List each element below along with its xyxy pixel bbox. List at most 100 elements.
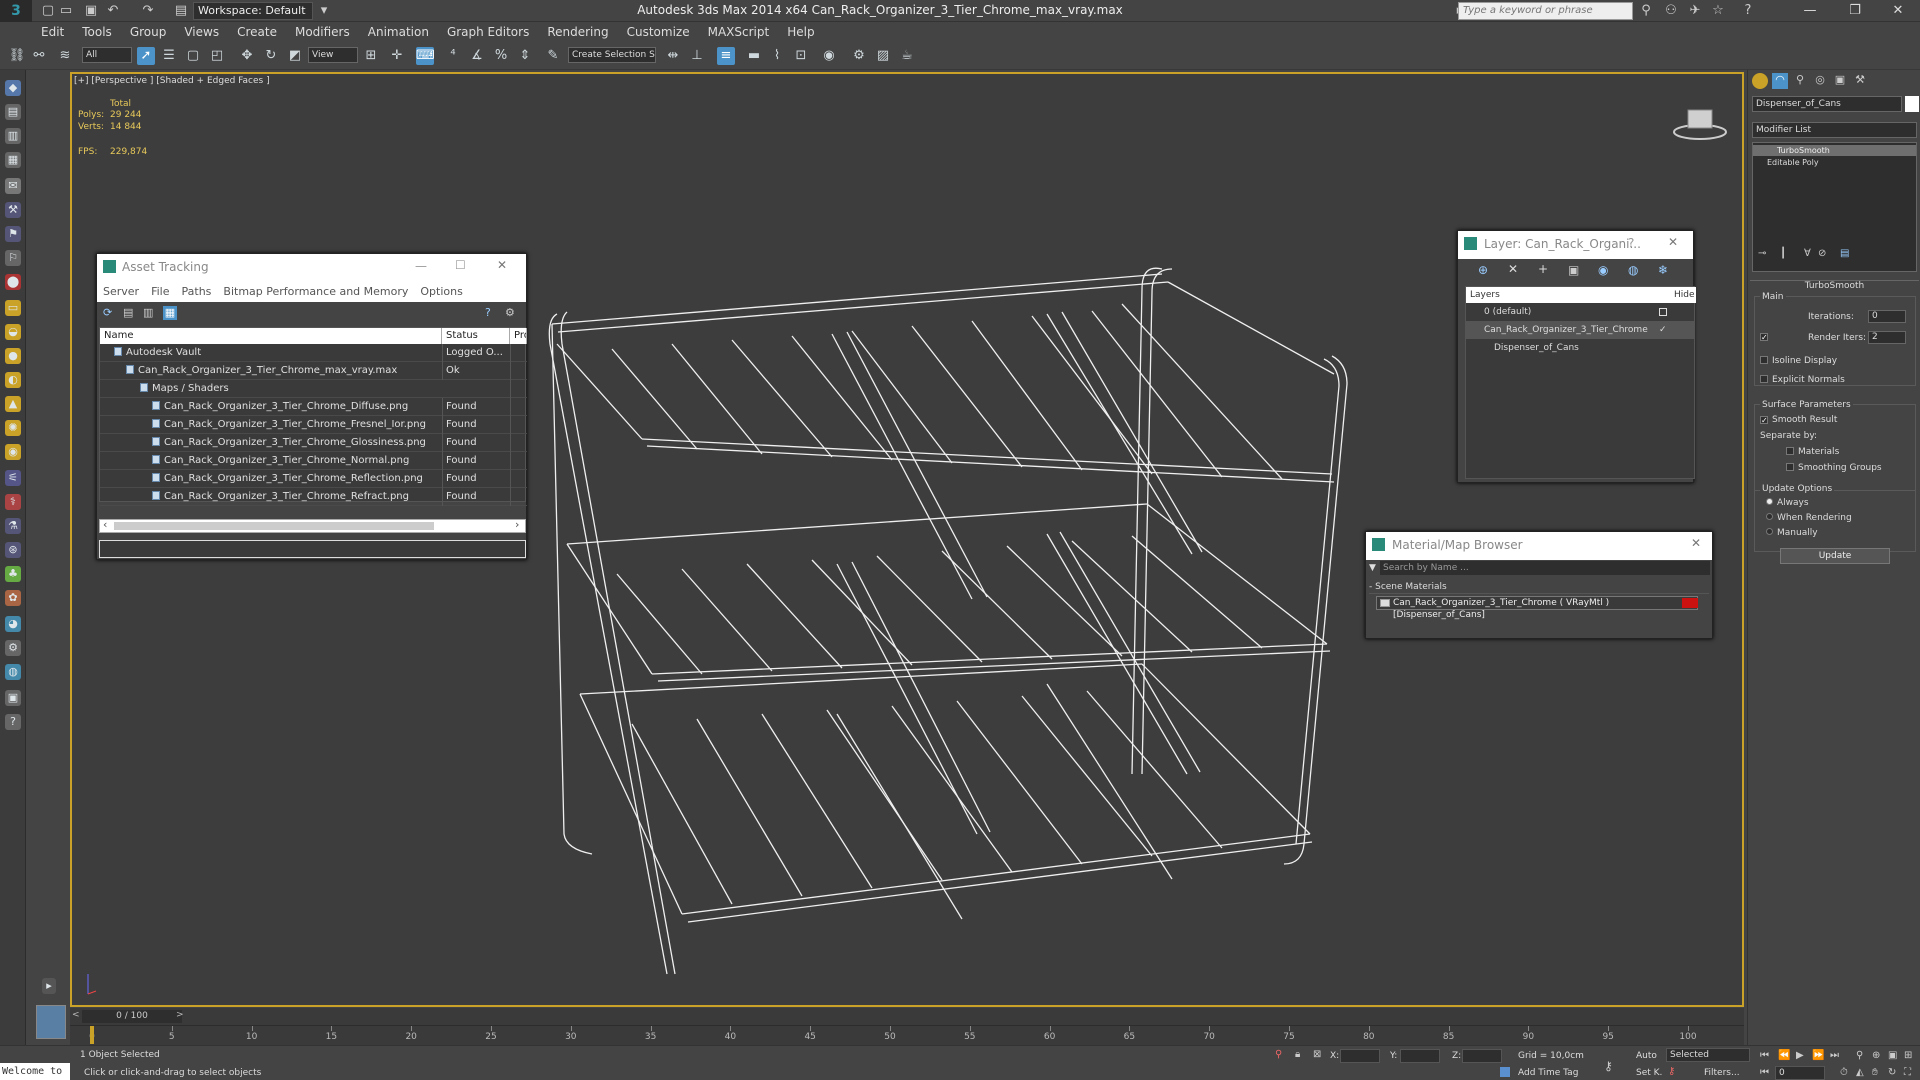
layer-hide-toggle[interactable] (1659, 308, 1667, 316)
asset-table-view-icon[interactable]: ▦ (163, 306, 177, 320)
ls-tool-14-icon[interactable]: ▲ (5, 396, 21, 412)
ls-tool-3-icon[interactable]: ▥ (5, 128, 21, 144)
zoom-all-icon[interactable]: ⊕ (1872, 1050, 1880, 1061)
close-button[interactable]: ✕ (1878, 2, 1918, 20)
orbit-icon[interactable]: ↻ (1888, 1067, 1896, 1078)
motion-tab-icon[interactable]: ◎ (1812, 73, 1828, 89)
rectangular-selection-icon[interactable]: ▢ (184, 47, 202, 65)
menu-group[interactable]: Group (121, 22, 176, 42)
y-coord-field[interactable] (1400, 1049, 1440, 1063)
col-pro-header[interactable]: Pro (510, 328, 527, 344)
active-layer-check-icon[interactable]: ✓ (1659, 321, 1667, 339)
asset-row[interactable]: Can_Rack_Organizer_3_Tier_Chrome_Reflect… (100, 470, 527, 488)
smoothing-groups-row[interactable]: Smoothing Groups (1786, 463, 1882, 473)
key-icon[interactable]: ⚷ (1604, 1059, 1613, 1073)
ls-tool-22-icon[interactable]: ✿ (5, 590, 21, 606)
key-filters-button[interactable]: Filters... (1704, 1068, 1740, 1078)
app-menu-button[interactable]: 3 (0, 0, 32, 22)
layer-select-icon[interactable]: ▣ (1568, 263, 1579, 277)
snap-toggle-icon[interactable]: ⁴ (444, 47, 462, 65)
render-iters-check-row[interactable]: ✓ (1760, 332, 1772, 342)
ls-tool-6-icon[interactable]: ⚒ (5, 202, 21, 218)
key-mode-icon[interactable]: ⏮ (1760, 1067, 1769, 1078)
scale-icon[interactable]: ◩ (286, 47, 304, 65)
pin-stack-icon[interactable]: ⊸ (1758, 248, 1766, 259)
render-iters-checkbox[interactable]: ✓ (1760, 333, 1768, 342)
update-manually-radio[interactable] (1766, 528, 1773, 535)
layer-freeze-all-icon[interactable]: ❄ (1658, 263, 1668, 277)
layer-help-button[interactable]: ? (1628, 236, 1634, 250)
maxscript-listener[interactable]: Welcome to (0, 1063, 70, 1080)
layer-row-dispenser[interactable]: Dispenser_of_Cans (1466, 339, 1694, 357)
ls-expand-icon[interactable]: ▸ (42, 978, 56, 994)
render-iters-spinner[interactable]: 2 (1868, 331, 1906, 344)
play-icon[interactable]: ▶ (1796, 1050, 1804, 1061)
update-always-row[interactable]: Always (1766, 498, 1809, 508)
ls-tool-11-icon[interactable]: ◒ (5, 324, 21, 340)
menu-views[interactable]: Views (175, 22, 228, 42)
selection-lock-icon[interactable]: 🔒︎ (1295, 1049, 1300, 1060)
ls-tool-19-icon[interactable]: ⚗ (5, 518, 21, 534)
select-by-name-icon[interactable]: ☰ (160, 47, 178, 65)
menu-create[interactable]: Create (228, 22, 286, 42)
update-rendering-row[interactable]: When Rendering (1766, 513, 1852, 523)
field-of-view-icon[interactable]: ◭ (1856, 1067, 1864, 1078)
window-crossing-icon[interactable]: ◰ (208, 47, 226, 65)
asset-row[interactable]: Can_Rack_Organizer_3_Tier_Chrome_Refract… (100, 488, 527, 506)
key-filter-dropdown[interactable]: Selected (1666, 1048, 1750, 1062)
layer-close-button[interactable]: ✕ (1668, 235, 1678, 249)
go-to-end-icon[interactable]: ⏭ (1830, 1050, 1839, 1061)
menu-maxscript[interactable]: MAXScript (699, 22, 779, 42)
menu-edit[interactable]: Edit (32, 22, 73, 42)
update-manually-row[interactable]: Manually (1766, 528, 1818, 538)
time-prev-icon[interactable]: < (72, 1010, 80, 1020)
schematic-view-icon[interactable]: ⊡ (792, 47, 810, 65)
next-frame-icon[interactable]: ⏩ (1812, 1050, 1824, 1061)
selection-filter-dropdown[interactable]: All (82, 47, 132, 63)
asset-row[interactable]: Can_Rack_Organizer_3_Tier_Chrome_Glossin… (100, 434, 527, 452)
utilities-tab-icon[interactable]: ⚒ (1852, 73, 1868, 89)
modify-tab-icon[interactable]: ◠ (1772, 73, 1788, 89)
explicit-normals-checkbox[interactable] (1760, 375, 1768, 383)
favorites-icon[interactable]: ☆ (1710, 3, 1726, 19)
asset-row[interactable]: Maps / Shaders (100, 380, 527, 398)
asset-row[interactable]: Can_Rack_Organizer_3_Tier_Chrome_max_vra… (100, 362, 527, 380)
ls-tool-24-icon[interactable]: ⚙ (5, 640, 21, 656)
subscription-icon[interactable]: ⚇ (1663, 3, 1679, 19)
open-file-icon[interactable]: ▭ (58, 3, 74, 19)
current-frame-marker[interactable] (90, 1026, 94, 1044)
asset-close-button[interactable]: ✕ (497, 258, 507, 272)
select-object-icon[interactable]: ➚ (137, 47, 155, 65)
ls-tool-25-icon[interactable]: ◍ (5, 664, 21, 680)
keyboard-shortcut-override-icon[interactable]: ⌨ (416, 47, 435, 65)
named-selection-set-dropdown[interactable]: Create Selection S (568, 47, 656, 63)
render-setup-icon[interactable]: ⚙ (850, 47, 868, 65)
go-to-start-icon[interactable]: ⏮ (1760, 1050, 1769, 1061)
percent-snap-icon[interactable]: % (492, 47, 510, 65)
asset-tracking-titlebar[interactable]: Asset Tracking — ☐ ✕ (97, 254, 526, 282)
layer-new-icon[interactable]: ⊕ (1478, 263, 1488, 277)
ls-tool-26-icon[interactable]: ▣ (5, 690, 21, 706)
x-coord-field[interactable] (1340, 1049, 1380, 1063)
menu-modifiers[interactable]: Modifiers (286, 22, 359, 42)
ls-tool-12-icon[interactable]: ● (5, 348, 21, 364)
workspace-dropdown[interactable]: Workspace: Default (193, 2, 313, 20)
matbrowser-close-button[interactable]: ✕ (1691, 536, 1701, 550)
infocenter-search-input[interactable]: Type a keyword or phrase (1458, 2, 1633, 20)
asset-menu-bitmap[interactable]: Bitmap Performance and Memory (217, 282, 414, 302)
layer-manager-icon[interactable]: ≡ (717, 47, 735, 65)
help-icon[interactable]: ? (1740, 3, 1756, 19)
save-file-icon[interactable]: ▣ (83, 3, 99, 19)
asset-minimize-button[interactable]: — (415, 259, 427, 273)
smoothing-groups-checkbox[interactable] (1786, 463, 1794, 471)
ls-tool-8-icon[interactable]: ⚐ (5, 250, 21, 266)
ls-tool-20-icon[interactable]: ⊛ (5, 542, 21, 558)
asset-menu-options[interactable]: Options (414, 282, 468, 302)
asset-row[interactable]: Autodesk Vault Logged O... (100, 344, 527, 362)
menu-graph-editors[interactable]: Graph Editors (438, 22, 538, 42)
frame-counter[interactable]: 0 / 100 (82, 1010, 182, 1023)
menu-customize[interactable]: Customize (618, 22, 699, 42)
auto-key-button[interactable]: Auto (1636, 1051, 1657, 1061)
absolute-mode-icon[interactable]: ⊠ (1313, 1049, 1321, 1060)
edit-named-selections-icon[interactable]: ✎ (544, 47, 562, 65)
